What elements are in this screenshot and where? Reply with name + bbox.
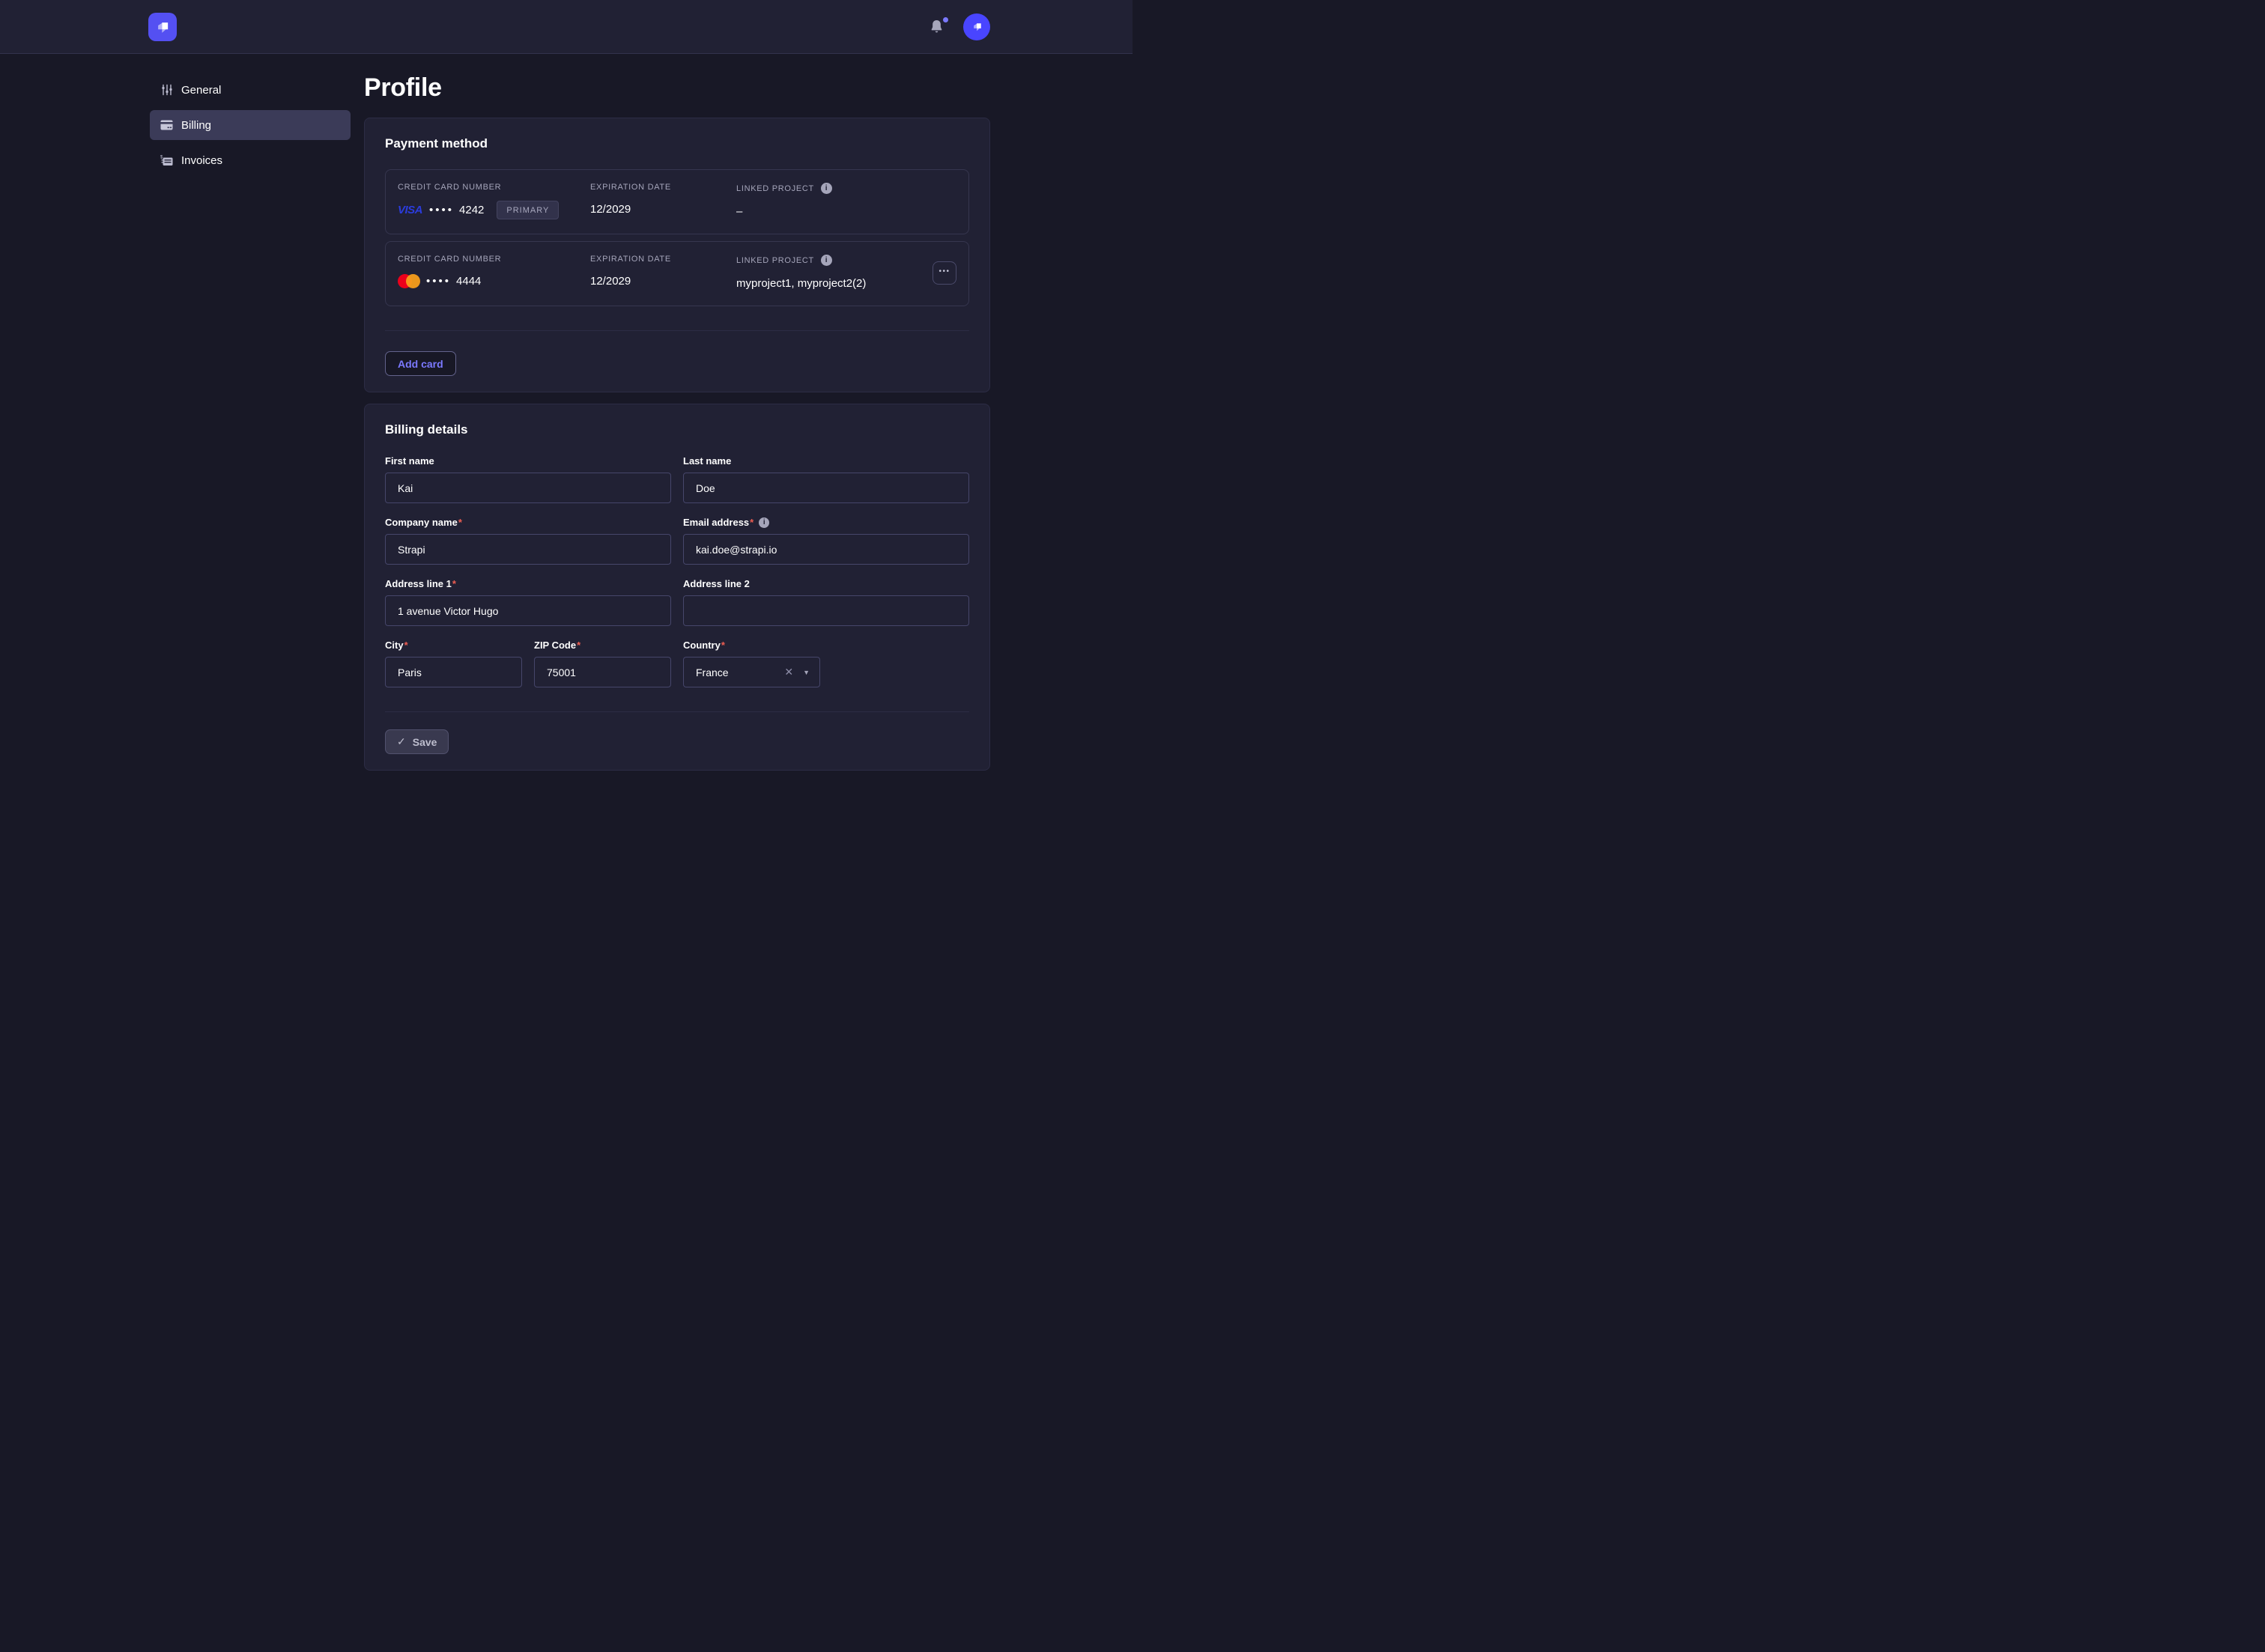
first-name-input[interactable] bbox=[385, 473, 671, 503]
info-icon[interactable]: i bbox=[759, 517, 769, 528]
section-divider bbox=[385, 330, 969, 331]
email-label: Email address* i bbox=[683, 517, 969, 528]
profile-content: Profile Payment method CREDIT CARD NUMBE… bbox=[364, 54, 990, 827]
card-last4: 4242 bbox=[459, 204, 484, 216]
sidebar-item-label: General bbox=[181, 84, 221, 97]
address1-label: Address line 1* bbox=[385, 578, 671, 589]
sidebar-item-label: Billing bbox=[181, 119, 211, 132]
info-icon[interactable]: i bbox=[821, 183, 832, 194]
address2-input[interactable] bbox=[683, 595, 969, 626]
city-field-group: City* bbox=[385, 640, 522, 687]
sidebar-item-label: Invoices bbox=[181, 154, 222, 167]
linked-project-value: – bbox=[736, 203, 956, 219]
city-zip-country-row: City* ZIP Code* Country* bbox=[385, 640, 969, 687]
strapi-logo-glyph bbox=[153, 17, 172, 37]
top-bar bbox=[0, 0, 1132, 54]
company-name-field-group: Company name* bbox=[385, 517, 671, 565]
required-marker: * bbox=[404, 640, 408, 651]
clear-icon[interactable]: ✕ bbox=[784, 666, 793, 678]
notifications-button[interactable] bbox=[930, 19, 944, 34]
settings-sidebar: General Billing $ bbox=[0, 54, 364, 180]
country-label: Country* bbox=[683, 640, 820, 651]
sidebar-item-invoices[interactable]: $ Invoices bbox=[150, 145, 351, 175]
notification-dot bbox=[943, 17, 948, 22]
linked-project-value: myproject1, myproject2(2) bbox=[736, 275, 933, 291]
bell-icon bbox=[930, 19, 943, 34]
sidebar-item-general[interactable]: General bbox=[150, 75, 351, 105]
country-field-group: Country* France ✕ ▼ bbox=[683, 640, 820, 687]
avatar-strapi-glyph bbox=[970, 19, 984, 34]
billing-details-card: Billing details First name Last name bbox=[364, 404, 990, 771]
row-spacer bbox=[832, 640, 969, 687]
invoice-icon: $ bbox=[160, 154, 173, 166]
required-marker: * bbox=[458, 517, 462, 528]
zip-input[interactable] bbox=[534, 657, 671, 687]
expiration-date-value: 12/2029 bbox=[590, 201, 736, 217]
first-name-label: First name bbox=[385, 455, 671, 467]
topbar-actions bbox=[930, 13, 990, 40]
svg-text:$: $ bbox=[160, 156, 163, 160]
sliders-icon bbox=[160, 84, 173, 96]
card-last4: 4444 bbox=[456, 275, 481, 288]
card-actions-menu-button[interactable]: ••• bbox=[933, 261, 956, 285]
city-input[interactable] bbox=[385, 657, 522, 687]
first-name-field-group: First name bbox=[385, 455, 671, 503]
company-name-input[interactable] bbox=[385, 534, 671, 565]
check-icon: ✓ bbox=[397, 735, 406, 748]
visa-logo: VISA bbox=[398, 204, 422, 216]
country-select[interactable]: France ✕ ▼ bbox=[683, 657, 820, 687]
zip-field-group: ZIP Code* bbox=[534, 640, 671, 687]
last-name-field-group: Last name bbox=[683, 455, 969, 503]
expiration-date-header: EXPIRATION DATE bbox=[590, 183, 736, 192]
last-name-label: Last name bbox=[683, 455, 969, 467]
address1-input[interactable] bbox=[385, 595, 671, 626]
info-icon[interactable]: i bbox=[821, 255, 832, 266]
city-label: City* bbox=[385, 640, 522, 651]
chevron-down-icon[interactable]: ▼ bbox=[803, 669, 810, 676]
add-card-button[interactable]: Add card bbox=[385, 351, 456, 376]
sidebar-item-billing[interactable]: Billing bbox=[150, 110, 351, 140]
mastercard-logo bbox=[398, 274, 420, 288]
linked-project-header: LINKED PROJECT i bbox=[736, 255, 933, 266]
save-button[interactable]: ✓ Save bbox=[385, 729, 449, 754]
address2-field-group: Address line 2 bbox=[683, 578, 969, 626]
expiration-date-header: EXPIRATION DATE bbox=[590, 255, 736, 264]
linked-project-header: LINKED PROJECT i bbox=[736, 183, 956, 194]
credit-card-icon bbox=[160, 120, 173, 130]
billing-form: First name Last name Company name* bbox=[385, 455, 969, 687]
address2-label: Address line 2 bbox=[683, 578, 969, 589]
address1-field-group: Address line 1* bbox=[385, 578, 671, 626]
billing-details-heading: Billing details bbox=[385, 422, 969, 437]
page-title: Profile bbox=[364, 73, 990, 103]
credit-card-row-visa: CREDIT CARD NUMBER VISA •••• 4242 PRIMAR… bbox=[385, 169, 969, 234]
user-avatar[interactable] bbox=[963, 13, 990, 40]
masked-digits: •••• bbox=[429, 204, 454, 216]
required-marker: * bbox=[452, 578, 456, 589]
expiration-date-value: 12/2029 bbox=[590, 273, 736, 289]
save-button-label: Save bbox=[413, 736, 437, 748]
company-name-label: Company name* bbox=[385, 517, 671, 528]
section-divider bbox=[385, 711, 969, 712]
payment-method-heading: Payment method bbox=[385, 136, 969, 151]
primary-badge: PRIMARY bbox=[497, 201, 559, 219]
masked-digits: •••• bbox=[426, 275, 451, 288]
strapi-logo[interactable] bbox=[148, 13, 177, 41]
email-field-group: Email address* i bbox=[683, 517, 969, 565]
zip-label: ZIP Code* bbox=[534, 640, 671, 651]
required-marker: * bbox=[721, 640, 725, 651]
credit-card-number-header: CREDIT CARD NUMBER bbox=[398, 183, 590, 192]
country-value: France bbox=[696, 666, 784, 678]
required-marker: * bbox=[750, 517, 754, 528]
last-name-input[interactable] bbox=[683, 473, 969, 503]
required-marker: * bbox=[577, 640, 580, 651]
credit-card-number-header: CREDIT CARD NUMBER bbox=[398, 255, 590, 264]
credit-card-row-mastercard: CREDIT CARD NUMBER •••• 4444 EXPIRATION … bbox=[385, 241, 969, 306]
email-input[interactable] bbox=[683, 534, 969, 565]
payment-method-card: Payment method CREDIT CARD NUMBER VISA •… bbox=[364, 118, 990, 392]
